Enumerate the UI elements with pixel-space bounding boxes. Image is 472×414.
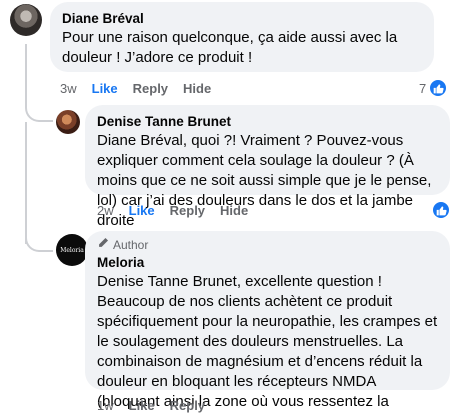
hide-button[interactable]: Hide: [183, 81, 211, 96]
pen-icon: [97, 237, 109, 252]
thread-connector: [25, 226, 53, 252]
comment-text: Pour une raison quelconque, ça aide auss…: [62, 29, 398, 66]
brand-avatar[interactable]: Meloria: [56, 234, 88, 266]
brand-avatar-text: Meloria: [60, 246, 84, 254]
comment-time[interactable]: 1w: [97, 398, 114, 413]
thread-connector: [25, 96, 53, 122]
like-reaction-icon: [432, 201, 450, 219]
reply-button[interactable]: Reply: [133, 81, 168, 96]
comment-bubble: Denise Tanne Brunet Diane Bréval, quoi ?…: [85, 105, 450, 229]
author-badge: Author: [97, 237, 438, 252]
comment-author[interactable]: Diane Bréval: [62, 10, 422, 28]
comment-bubble: Author Meloria Denise Tanne Brunet, exce…: [85, 231, 450, 414]
like-reaction-icon: [429, 79, 448, 97]
comment-actions: 1w Like Reply: [97, 398, 205, 413]
thread-line: [25, 44, 27, 104]
like-button[interactable]: Like: [129, 203, 155, 218]
avatar[interactable]: [10, 4, 42, 36]
reply-button[interactable]: Reply: [170, 203, 205, 218]
comment-author[interactable]: Denise Tanne Brunet: [97, 113, 438, 131]
reaction-count: 7: [419, 80, 427, 96]
comment-author[interactable]: Meloria: [97, 254, 438, 272]
reply-button[interactable]: Reply: [170, 398, 205, 413]
avatar[interactable]: [56, 110, 80, 134]
comment-bubble: Diane Bréval Pour une raison quelconque,…: [50, 2, 434, 72]
like-button[interactable]: Like: [92, 81, 118, 96]
reaction-summary[interactable]: [432, 201, 450, 219]
comment-actions: 2w Like Reply Hide: [97, 203, 248, 218]
comment-time[interactable]: 3w: [60, 81, 77, 96]
reaction-summary[interactable]: 7: [419, 79, 448, 97]
like-button[interactable]: Like: [129, 398, 155, 413]
author-badge-label: Author: [113, 237, 149, 252]
comment-actions: 3w Like Reply Hide: [60, 81, 211, 96]
hide-button[interactable]: Hide: [220, 203, 248, 218]
comment-time[interactable]: 2w: [97, 203, 114, 218]
comment-text: Denise Tanne Brunet, excellente question…: [97, 273, 438, 414]
